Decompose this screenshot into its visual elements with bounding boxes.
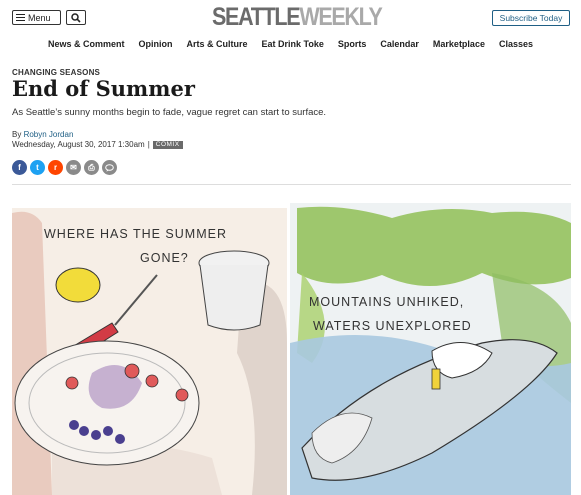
print-icon: ⎙ bbox=[88, 162, 95, 172]
publish-date: Wednesday, August 30, 2017 1:30am bbox=[12, 140, 145, 149]
site-header: Menu SEATTLEWEEKLY Subscribe Today bbox=[0, 0, 581, 34]
nav-item-arts[interactable]: Arts & Culture bbox=[180, 36, 255, 52]
nav-item-eat-drink-toke[interactable]: Eat Drink Toke bbox=[255, 36, 331, 52]
article-title: End of Summer bbox=[12, 76, 195, 101]
left-caption-line1: WHERE HAS THE SUMMER bbox=[44, 227, 227, 241]
facebook-icon: f bbox=[18, 163, 21, 172]
comic-illustration: WHERE HAS THE SUMMER GONE? MOUNTAINS UNH… bbox=[12, 203, 571, 495]
nav-item-news[interactable]: News & Comment bbox=[41, 36, 132, 52]
nav-item-opinion[interactable]: Opinion bbox=[132, 36, 180, 52]
logo-part-seattle: SEATTLE bbox=[212, 3, 301, 31]
nav-item-marketplace[interactable]: Marketplace bbox=[426, 36, 492, 52]
search-button[interactable] bbox=[66, 10, 86, 25]
right-caption-line2: WATERS UNEXPLORED bbox=[313, 319, 472, 333]
dateline: Wednesday, August 30, 2017 1:30am | COMI… bbox=[12, 140, 183, 149]
main-nav: News & Comment Opinion Arts & Culture Ea… bbox=[0, 36, 581, 52]
left-caption-line2: GONE? bbox=[140, 251, 189, 265]
plate-drawing bbox=[14, 340, 200, 466]
search-icon bbox=[71, 12, 81, 23]
nav-item-calendar[interactable]: Calendar bbox=[373, 36, 426, 52]
byline: By Robyn Jordan bbox=[12, 130, 73, 139]
email-icon: ✉ bbox=[70, 163, 77, 172]
lemon-drawing bbox=[55, 267, 101, 303]
reddit-icon: r bbox=[53, 163, 58, 172]
comment-button[interactable] bbox=[102, 160, 117, 175]
nav-item-classes[interactable]: Classes bbox=[492, 36, 540, 52]
right-panel: MOUNTAINS UNHIKED, WATERS UNEXPLORED bbox=[290, 203, 571, 495]
reddit-share-button[interactable]: r bbox=[48, 160, 63, 175]
left-panel: WHERE HAS THE SUMMER GONE? bbox=[12, 208, 287, 495]
twitter-icon: t bbox=[36, 163, 39, 172]
print-button[interactable]: ⎙ bbox=[84, 160, 99, 175]
nav-item-sports[interactable]: Sports bbox=[331, 36, 374, 52]
byline-prefix: By bbox=[12, 130, 22, 139]
right-caption-line1: MOUNTAINS UNHIKED, bbox=[309, 295, 464, 309]
author-link[interactable]: Robyn Jordan bbox=[24, 130, 74, 139]
comment-icon bbox=[105, 163, 114, 172]
menu-label: Menu bbox=[28, 12, 51, 23]
divider bbox=[12, 184, 571, 185]
logo-part-weekly: WEEKLY bbox=[299, 3, 383, 31]
article-dek: As Seattle’s sunny months begin to fade,… bbox=[12, 107, 327, 118]
share-bar: f t r ✉ ⎙ bbox=[12, 160, 117, 175]
menu-button[interactable]: Menu bbox=[12, 10, 61, 25]
subscribe-button[interactable]: Subscribe Today bbox=[492, 10, 570, 26]
hamburger-icon bbox=[16, 14, 25, 21]
facebook-share-button[interactable]: f bbox=[12, 160, 27, 175]
site-logo[interactable]: SEATTLEWEEKLY bbox=[212, 3, 383, 31]
twitter-share-button[interactable]: t bbox=[30, 160, 45, 175]
date-separator: | bbox=[147, 140, 150, 149]
glass-drawing bbox=[198, 250, 270, 331]
email-share-button[interactable]: ✉ bbox=[66, 160, 81, 175]
category-tag[interactable]: COMIX bbox=[152, 140, 183, 149]
